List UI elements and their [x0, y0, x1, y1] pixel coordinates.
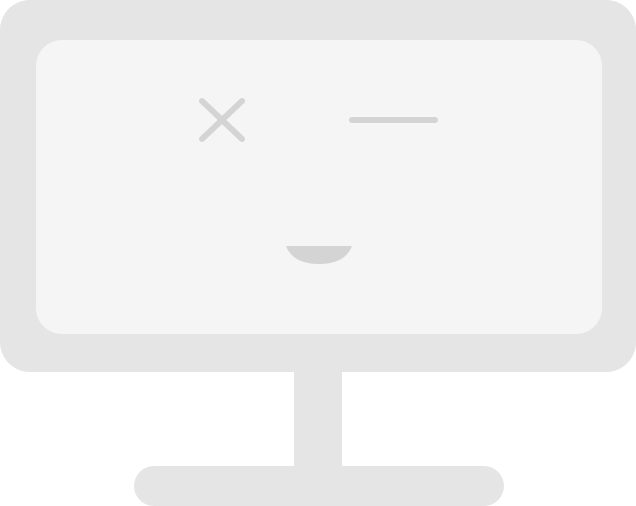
- monitor-screen: [36, 40, 602, 334]
- monitor-stand-neck: [294, 368, 342, 472]
- error-illustration-stage: [0, 0, 636, 506]
- monitor-stand-base: [134, 466, 504, 506]
- monitor-illustration: [0, 0, 636, 506]
